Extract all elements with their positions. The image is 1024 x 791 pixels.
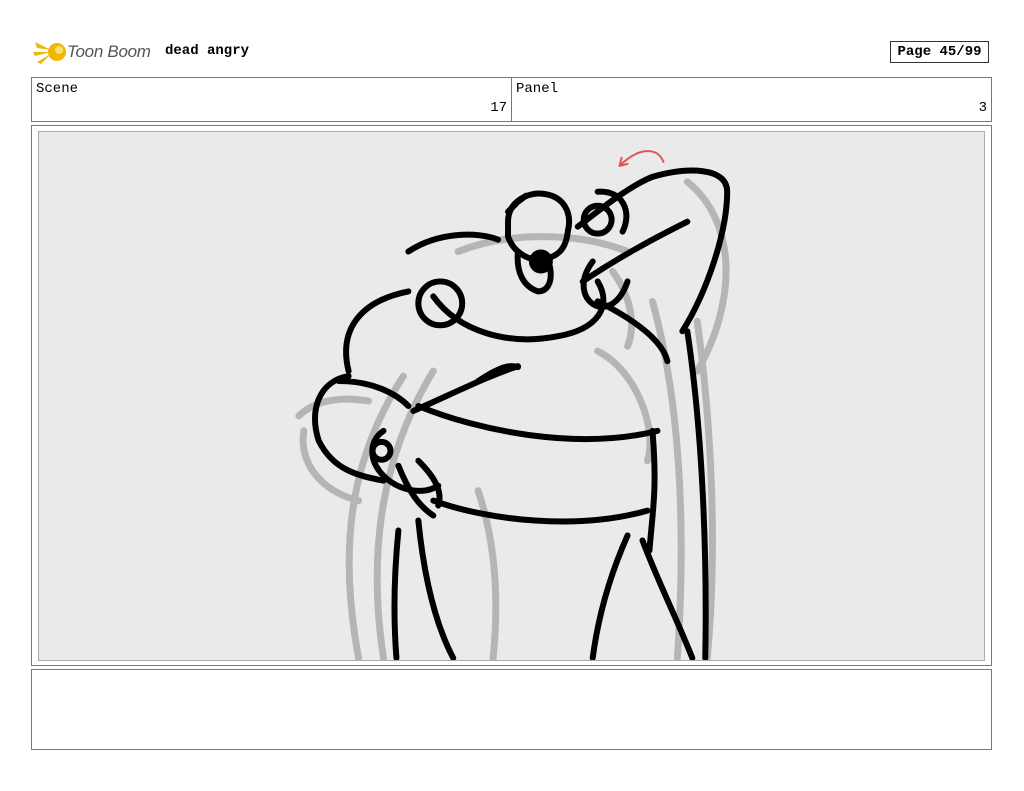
panel-label: Panel	[516, 81, 559, 97]
scene-label: Scene	[36, 81, 79, 97]
scene-panel-info: Scene 17 Panel 3	[31, 77, 992, 122]
project-title: dead angry	[165, 43, 250, 59]
sketch-drawing	[295, 150, 731, 660]
scene-cell: Scene 17	[32, 78, 512, 121]
logo-text: Toon Boom	[67, 42, 151, 61]
panel-number: 3	[978, 100, 987, 116]
toon-boom-logo: Toon Boom	[33, 36, 158, 68]
panel-cell: Panel 3	[512, 78, 991, 121]
panel-image	[38, 131, 985, 661]
scene-number: 17	[490, 100, 507, 116]
page-indicator: Page 45/99	[890, 41, 989, 63]
notes-box	[31, 669, 992, 750]
toon-boom-burst-icon	[33, 42, 66, 64]
